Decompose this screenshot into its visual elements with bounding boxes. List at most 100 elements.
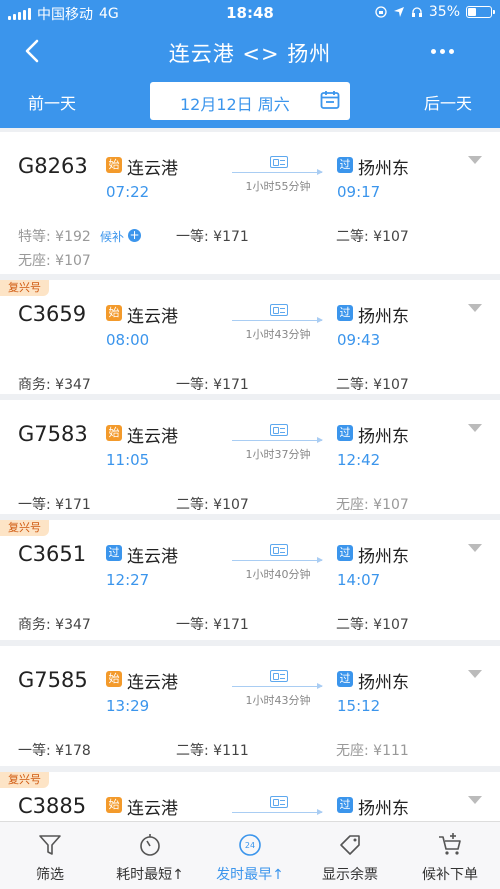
filter-button[interactable]: 筛选	[0, 822, 100, 889]
arrival-station: 扬州东	[358, 159, 409, 179]
seat-price: 无座: ¥111	[336, 743, 409, 759]
sort-duration-label: 耗时最短↑	[116, 867, 184, 883]
id-card-icon	[270, 670, 288, 682]
departure-station-badge: 始	[106, 305, 122, 321]
filter-label: 筛选	[36, 867, 64, 883]
battery-icon	[466, 6, 495, 18]
departure-station-badge: 始	[106, 157, 122, 173]
battery-percent: 35%	[428, 4, 460, 20]
waitlist-order-button[interactable]: 候补下单	[400, 822, 500, 889]
arrival-station: 扬州东	[358, 547, 409, 567]
expand-chevron-icon[interactable]	[468, 424, 482, 432]
status-right: 35%	[375, 4, 495, 20]
arrival-time: 12:42	[337, 451, 381, 469]
route-arrow	[232, 169, 323, 175]
sort-departure-label: 发时最早↑	[216, 867, 284, 883]
id-card-icon	[270, 304, 288, 316]
waitlist-order-label: 候补下单	[422, 867, 478, 883]
seat-price: 二等: ¥107	[336, 617, 409, 633]
train-card[interactable]: G7585 始连云港 13:29 1小时43分钟 过扬州东 15:12 一等: ¥178 二等…	[0, 646, 500, 766]
fuxing-tag: 复兴号	[0, 772, 49, 788]
show-remaining-button[interactable]: 显示余票	[300, 822, 400, 889]
train-card[interactable]: G8263 始连云港 07:22 1小时55分钟 过扬州东 09:17 特等: ¥192 一等…	[0, 132, 500, 274]
seat-price: 二等: ¥111	[176, 743, 249, 759]
train-number: C3885	[18, 794, 87, 818]
train-list: G8263 始连云港 07:22 1小时55分钟过扬州东 09:17 特等: ¥192 一等…	[0, 128, 500, 821]
travel-duration: 1小时43分钟	[245, 328, 311, 341]
expand-chevron-icon[interactable]	[468, 670, 482, 678]
arrival-station: 扬州东	[358, 673, 409, 693]
route-arrow	[232, 683, 323, 689]
prev-day-button[interactable]: 前一天	[28, 90, 76, 114]
fuxing-tag: 复兴号	[0, 520, 49, 536]
travel-duration: 1小时37分钟	[245, 448, 311, 461]
seat-price: 二等: ¥107	[176, 497, 249, 513]
route-arrow	[232, 557, 323, 563]
arrival-station: 扬州东	[358, 799, 409, 819]
seat-price: 一等: ¥171	[18, 497, 91, 513]
seat-price: 无座: ¥107	[18, 253, 91, 269]
departure-station: 连云港	[127, 427, 178, 447]
departure-time: 13:29	[106, 697, 150, 715]
waitlist-add-icon[interactable]: +	[128, 229, 141, 242]
id-card-icon	[270, 156, 288, 168]
travel-duration: 1小时43分钟	[245, 694, 311, 707]
waitlist-label[interactable]: 候补	[100, 228, 124, 245]
arrival-time: 09:43	[337, 331, 381, 349]
more-options-icon[interactable]	[429, 38, 456, 62]
date-picker[interactable]: 12月12日 周六	[150, 82, 350, 120]
headphones-icon	[411, 7, 422, 17]
train-number: G7583	[18, 422, 88, 446]
arrival-station-badge: 过	[337, 157, 353, 173]
departure-time: 11:05	[106, 451, 150, 469]
bottom-toolbar: 筛选 耗时最短↑ 24 发时最早↑ 显示余票 候补下单	[0, 821, 500, 889]
travel-duration: 1小时55分钟	[245, 180, 311, 193]
sort-departure-button[interactable]: 24 发时最早↑	[200, 822, 300, 889]
expand-chevron-icon[interactable]	[468, 156, 482, 164]
date-bar: 前一天 12月12日 周六 后一天	[0, 80, 500, 120]
seat-price: 商务: ¥347	[18, 377, 91, 393]
departure-station: 连云港	[127, 799, 178, 819]
seat-price: 无座: ¥107	[336, 497, 409, 513]
departure-time: 12:27	[106, 571, 150, 589]
seat-price: 二等: ¥107	[336, 229, 409, 245]
location-icon	[393, 7, 404, 17]
arrival-station-badge: 过	[337, 425, 353, 441]
seat-price: 一等: ¥171	[176, 617, 249, 633]
train-card[interactable]: G7583 始连云港 11:05 1小时37分钟 过扬州东 12:42 一等: ¥171 二等…	[0, 400, 500, 514]
clock-24-icon: 24	[239, 834, 261, 856]
id-card-icon	[270, 544, 288, 556]
seat-price: 二等: ¥107	[336, 377, 409, 393]
arrival-station: 扬州东	[358, 427, 409, 447]
ticket-tag-icon	[340, 835, 360, 855]
seat-price: 一等: ¥178	[18, 743, 91, 759]
departure-station: 连云港	[127, 159, 178, 179]
departure-station: 连云港	[127, 547, 178, 567]
expand-chevron-icon[interactable]	[468, 796, 482, 804]
train-card[interactable]: 复兴号 C3885 始连云港 过扬州东	[0, 772, 500, 821]
sort-duration-button[interactable]: 耗时最短↑	[100, 822, 200, 889]
nav-bar: 连云港 <> 扬州	[0, 26, 500, 78]
train-number: C3659	[18, 302, 87, 326]
route-arrow	[232, 317, 323, 323]
departure-station-badge: 过	[106, 545, 122, 561]
arrival-station-badge: 过	[337, 545, 353, 561]
arrival-station-badge: 过	[337, 671, 353, 687]
arrival-station-badge: 过	[337, 305, 353, 321]
id-card-icon	[270, 424, 288, 436]
status-bar: 中国移动 4G 18:48 35%	[0, 0, 500, 26]
next-day-button[interactable]: 后一天	[424, 90, 472, 114]
calendar-icon	[320, 91, 340, 109]
departure-station: 连云港	[127, 307, 178, 327]
fuxing-tag: 复兴号	[0, 280, 49, 296]
arrival-time: 14:07	[337, 571, 381, 589]
train-card[interactable]: 复兴号 C3651 过连云港 12:27 1小时40分钟过扬州东 14:07 商务: ¥34…	[0, 520, 500, 640]
route-arrow	[232, 437, 323, 443]
stopwatch-icon	[140, 834, 160, 856]
expand-chevron-icon[interactable]	[468, 304, 482, 312]
train-number: C3651	[18, 542, 87, 566]
travel-duration: 1小时40分钟	[245, 568, 311, 581]
seat-price: 商务: ¥347	[18, 617, 91, 633]
train-card[interactable]: 复兴号 C3659 始连云港 08:00 1小时43分钟 过扬州东 09:43 商务: ¥34…	[0, 280, 500, 394]
expand-chevron-icon[interactable]	[468, 544, 482, 552]
